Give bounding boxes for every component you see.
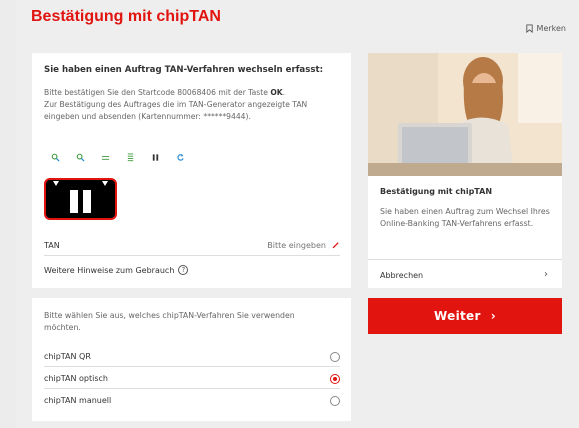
cancel-label: Abbrechen [380,271,424,280]
continue-button[interactable]: Weiter › [368,298,562,334]
radio-button[interactable] [330,396,340,406]
chevron-right-icon: › [544,269,548,280]
zoom-in-icon[interactable] [51,153,60,162]
flicker-marker-right-icon [102,181,108,186]
page-title: Bestätigung mit chipTAN [31,8,221,25]
instruction-line2: Zur Bestätigung des Auftrages die im TAN… [44,100,308,121]
cancel-button[interactable]: Abbrechen › [368,259,562,288]
flicker-toolbar [51,153,185,162]
flicker-code-display [44,178,117,220]
instruction-line1-pre: Bitte bestätigen Sie den Startcode 80068… [44,88,271,97]
chevron-right-icon: › [490,309,496,323]
option-chiptan-manuell[interactable]: chipTAN manuell [44,392,340,411]
radio-button[interactable] [330,352,340,362]
bookmark-button[interactable]: Merken [525,24,566,33]
procedure-choice-card: Bitte wählen Sie aus, welches chipTAN-Ve… [32,298,351,421]
option-chiptan-optisch[interactable]: chipTAN optisch [44,370,340,389]
woman-with-laptop-image [368,53,562,176]
option-chiptan-qr[interactable]: chipTAN QR [44,348,340,367]
usage-hints-link[interactable]: Weitere Hinweise zum Gebrauch ? [44,260,340,280]
tan-card: Sie haben einen Auftrag TAN-Verfahren we… [32,53,351,288]
bookmark-icon [525,24,533,33]
info-text: Sie haben einen Auftrag zum Wechsel Ihre… [380,207,550,228]
help-icon: ? [178,265,189,275]
tan-input[interactable] [176,237,326,253]
usage-hints-label: Weitere Hinweise zum Gebrauch [44,265,175,275]
speed-faster-icon[interactable] [126,153,135,162]
instruction-key: OK [270,88,283,97]
pause-icon[interactable] [151,153,160,162]
info-title: Bestätigung mit chipTAN [380,187,493,196]
continue-label: Weiter [434,309,481,323]
zoom-out-icon[interactable] [76,153,85,162]
info-card: Bestätigung mit chipTAN Sie haben einen … [368,53,562,288]
radio-button[interactable] [330,374,340,384]
flicker-bar [83,190,91,213]
option-label: chipTAN manuell [44,396,112,405]
instruction-line1-post: . [282,88,286,97]
option-label: chipTAN optisch [44,374,109,383]
pencil-icon [332,242,339,249]
restart-icon[interactable] [176,153,185,162]
order-heading: Sie haben einen Auftrag TAN-Verfahren we… [44,65,324,75]
tan-field-row: TAN [44,236,340,256]
option-label: chipTAN QR [44,352,91,361]
instruction-text: Bitte bestätigen Sie den Startcode 80068… [44,87,344,123]
tan-label: TAN [44,241,60,250]
bookmark-label: Merken [536,24,566,33]
choice-prompt: Bitte wählen Sie aus, welches chipTAN-Ve… [44,311,295,332]
flicker-bar [70,190,78,213]
speed-slower-icon[interactable] [101,153,110,162]
flicker-marker-left-icon [53,181,59,186]
